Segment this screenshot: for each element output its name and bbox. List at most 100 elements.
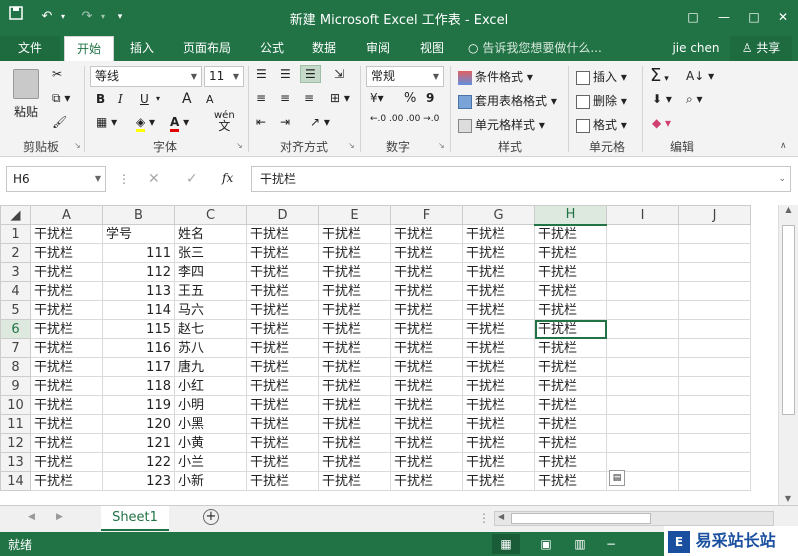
cell-B11[interactable]: 120: [102, 414, 175, 434]
cell-I10[interactable]: [606, 395, 679, 415]
cell-B2[interactable]: 111: [102, 243, 175, 263]
insert-cells-button[interactable]: 插入 ▾: [576, 68, 627, 85]
cell-A4[interactable]: 干扰栏: [30, 281, 103, 301]
cell-C3[interactable]: 李四: [174, 262, 247, 282]
cell-I1[interactable]: [606, 224, 679, 244]
cell-J1[interactable]: [678, 224, 751, 244]
select-all-corner[interactable]: ◢: [0, 205, 31, 225]
cell-G12[interactable]: 干扰栏: [462, 433, 535, 453]
delete-cells-button[interactable]: 删除 ▾: [576, 92, 627, 109]
font-size-select[interactable]: 11 ▼: [204, 66, 244, 87]
cell-G13[interactable]: 干扰栏: [462, 452, 535, 472]
cell-J10[interactable]: [678, 395, 751, 415]
tab-page-layout[interactable]: 页面布局: [174, 36, 240, 61]
expand-formula-icon[interactable]: ⌄: [778, 167, 786, 191]
cell-F6[interactable]: 干扰栏: [390, 319, 463, 339]
scroll-up-icon[interactable]: ▲: [779, 205, 798, 214]
cell-G2[interactable]: 干扰栏: [462, 243, 535, 263]
row-header[interactable]: 1: [0, 224, 31, 244]
sort-filter-icon[interactable]: A↓ ▾: [686, 69, 714, 83]
cell-E10[interactable]: 干扰栏: [318, 395, 391, 415]
cell-E3[interactable]: 干扰栏: [318, 262, 391, 282]
font-name-select[interactable]: 等线 ▼: [90, 66, 202, 87]
cell-H3[interactable]: 干扰栏: [534, 262, 607, 282]
cell-A10[interactable]: 干扰栏: [30, 395, 103, 415]
cell-B9[interactable]: 118: [102, 376, 175, 396]
cell-H5[interactable]: 干扰栏: [534, 300, 607, 320]
cell-C1[interactable]: 姓名: [174, 224, 247, 244]
insert-function-button[interactable]: fx: [222, 171, 233, 185]
cell-A13[interactable]: 干扰栏: [30, 452, 103, 472]
cell-J6[interactable]: [678, 319, 751, 339]
percent-button[interactable]: %: [404, 91, 416, 106]
add-sheet-button[interactable]: +: [203, 509, 219, 525]
cell-H8[interactable]: 干扰栏: [534, 357, 607, 377]
align-left-icon[interactable]: ≡: [256, 91, 266, 105]
format-as-table-button[interactable]: 套用表格格式 ▾: [458, 92, 557, 109]
paste-button[interactable]: 粘贴: [8, 67, 44, 127]
conditional-formatting-button[interactable]: 条件格式 ▾: [458, 68, 533, 85]
cell-E5[interactable]: 干扰栏: [318, 300, 391, 320]
sheet-tab-sheet1[interactable]: Sheet1: [101, 506, 169, 531]
cell-J13[interactable]: [678, 452, 751, 472]
scroll-thumb[interactable]: [782, 225, 795, 415]
cell-A2[interactable]: 干扰栏: [30, 243, 103, 263]
cell-D12[interactable]: 干扰栏: [246, 433, 319, 453]
cell-F3[interactable]: 干扰栏: [390, 262, 463, 282]
cell-F11[interactable]: 干扰栏: [390, 414, 463, 434]
clipboard-launcher-icon[interactable]: ↘: [74, 141, 81, 150]
cell-H6[interactable]: 干扰栏: [534, 319, 607, 339]
number-launcher-icon[interactable]: ↘: [438, 141, 445, 150]
cell-E2[interactable]: 干扰栏: [318, 243, 391, 263]
cell-D7[interactable]: 干扰栏: [246, 338, 319, 358]
column-header[interactable]: B: [102, 205, 175, 225]
underline-dropdown-icon[interactable]: ▾: [156, 94, 160, 103]
cell-B7[interactable]: 116: [102, 338, 175, 358]
cell-J4[interactable]: [678, 281, 751, 301]
cell-G3[interactable]: 干扰栏: [462, 262, 535, 282]
cell-G4[interactable]: 干扰栏: [462, 281, 535, 301]
enter-icon[interactable]: ✓: [186, 171, 198, 187]
cell-C5[interactable]: 马六: [174, 300, 247, 320]
zoom-out-icon[interactable]: −: [604, 534, 618, 554]
column-header[interactable]: F: [390, 205, 463, 225]
cell-B3[interactable]: 112: [102, 262, 175, 282]
align-top-icon[interactable]: ☰: [256, 67, 267, 81]
cell-F1[interactable]: 干扰栏: [390, 224, 463, 244]
cell-A1[interactable]: 干扰栏: [30, 224, 103, 244]
cell-B12[interactable]: 121: [102, 433, 175, 453]
cell-E13[interactable]: 干扰栏: [318, 452, 391, 472]
cell-E6[interactable]: 干扰栏: [318, 319, 391, 339]
cell-B4[interactable]: 113: [102, 281, 175, 301]
cell-D4[interactable]: 干扰栏: [246, 281, 319, 301]
cell-A9[interactable]: 干扰栏: [30, 376, 103, 396]
cell-D2[interactable]: 干扰栏: [246, 243, 319, 263]
decrease-indent-icon[interactable]: ⇤: [256, 115, 266, 129]
cell-C12[interactable]: 小黄: [174, 433, 247, 453]
cell-A8[interactable]: 干扰栏: [30, 357, 103, 377]
clear-icon[interactable]: ◆ ▾: [652, 116, 671, 130]
tab-insert[interactable]: 插入: [120, 36, 164, 61]
cell-G8[interactable]: 干扰栏: [462, 357, 535, 377]
vertical-scrollbar[interactable]: ▲ ▼: [778, 205, 798, 505]
cell-H7[interactable]: 干扰栏: [534, 338, 607, 358]
autosum-button[interactable]: Σ ▾: [650, 65, 669, 86]
cell-J11[interactable]: [678, 414, 751, 434]
decrease-decimal-button[interactable]: .00 →.0: [406, 115, 439, 124]
cell-H2[interactable]: 干扰栏: [534, 243, 607, 263]
align-right-icon[interactable]: ≡: [304, 91, 314, 105]
format-painter-icon[interactable]: 🖌: [52, 115, 67, 129]
cell-I4[interactable]: [606, 281, 679, 301]
cell-D9[interactable]: 干扰栏: [246, 376, 319, 396]
cell-I5[interactable]: [606, 300, 679, 320]
column-header[interactable]: J: [678, 205, 751, 225]
fill-color-icon[interactable]: ◈ ▾: [136, 115, 155, 132]
column-header[interactable]: H: [534, 205, 607, 226]
cell-E9[interactable]: 干扰栏: [318, 376, 391, 396]
cell-E1[interactable]: 干扰栏: [318, 224, 391, 244]
cell-C7[interactable]: 苏八: [174, 338, 247, 358]
column-header[interactable]: E: [318, 205, 391, 225]
cell-F12[interactable]: 干扰栏: [390, 433, 463, 453]
comma-button[interactable]: 9: [426, 91, 434, 105]
horizontal-scrollbar[interactable]: ◀: [494, 511, 774, 526]
